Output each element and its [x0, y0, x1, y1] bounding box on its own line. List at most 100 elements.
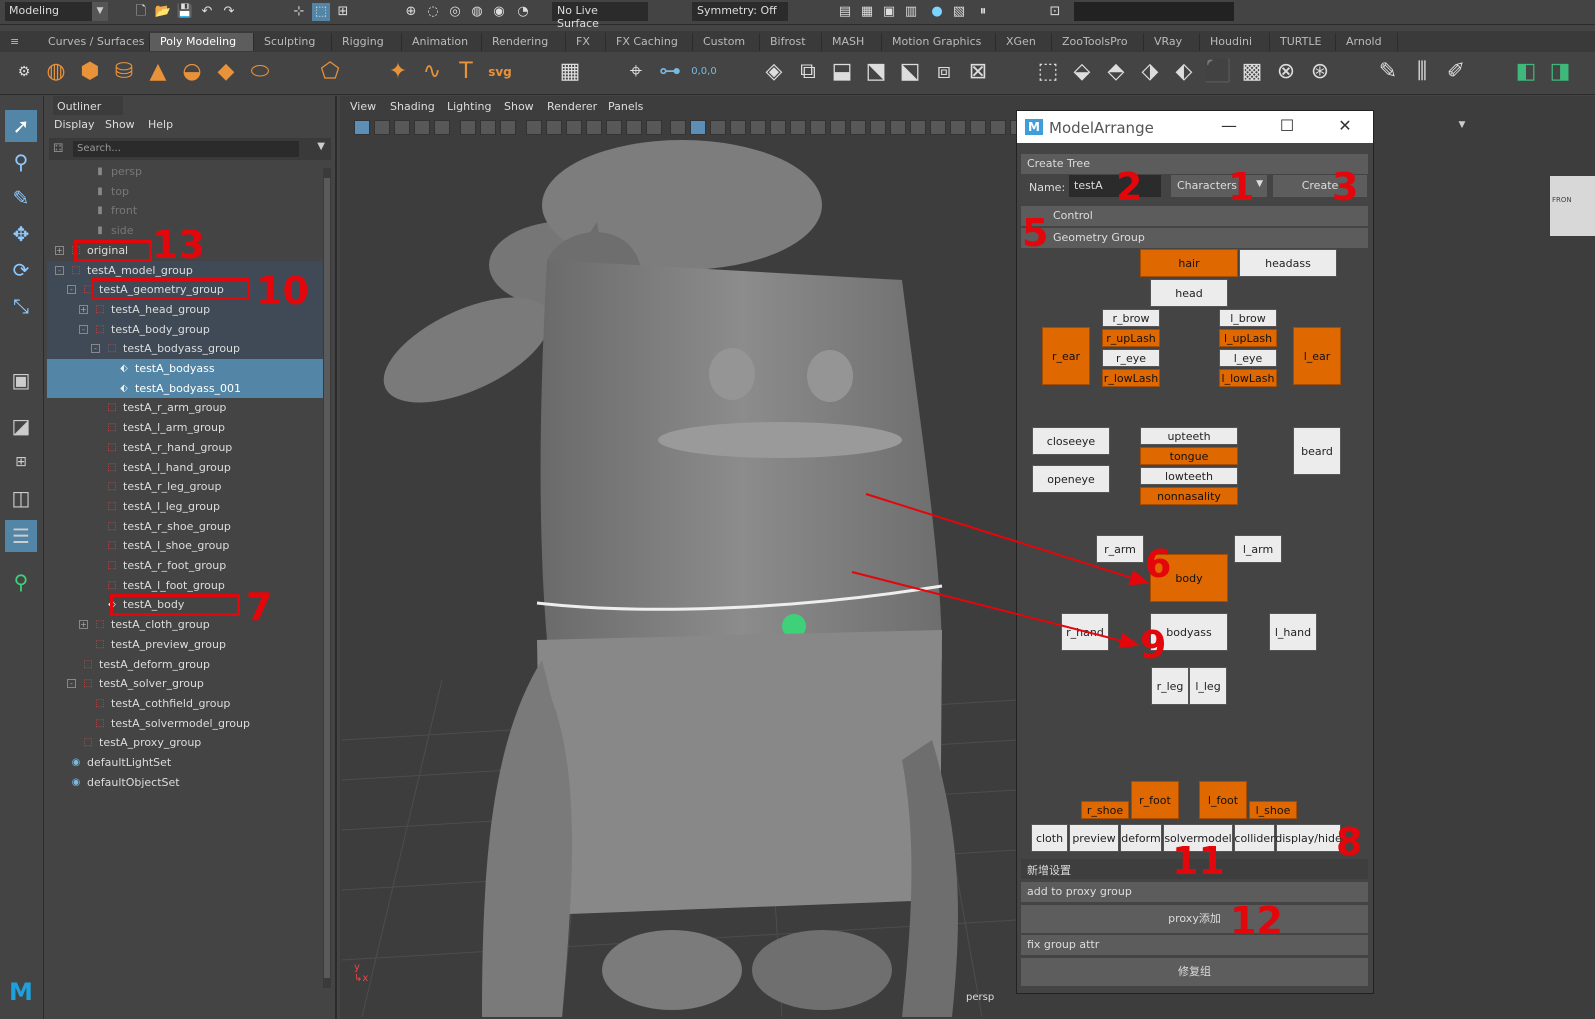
- viewport-menu-shading[interactable]: Shading: [390, 100, 435, 113]
- outliner-menu-help[interactable]: Help: [148, 118, 173, 131]
- pause-viewport-icon[interactable]: ⏸: [974, 3, 992, 21]
- viewport-tool-icon[interactable]: [910, 120, 926, 135]
- poly-cone-icon[interactable]: ▲: [144, 58, 172, 86]
- fix-group-attr-header[interactable]: fix group attr: [1021, 935, 1368, 955]
- boolean-icon[interactable]: ⬕: [896, 58, 924, 86]
- geo-button-headass[interactable]: headass: [1239, 249, 1337, 277]
- viewport-tool-icon[interactable]: [354, 120, 370, 135]
- collapse-icon[interactable]: -: [67, 679, 76, 689]
- geo-button-r-arm[interactable]: r_arm: [1096, 535, 1144, 563]
- undo-icon[interactable]: ↶: [198, 3, 216, 21]
- viewport-tool-icon[interactable]: [770, 120, 786, 135]
- chevron-down-icon[interactable]: ▼: [1452, 120, 1472, 136]
- svg-tool-icon[interactable]: svg: [486, 58, 514, 86]
- poly-plane-icon[interactable]: ◆: [212, 58, 240, 86]
- viewport-tool-icon[interactable]: [500, 120, 516, 135]
- viewport-tool-icon[interactable]: [414, 120, 430, 135]
- viewport-menu-show[interactable]: Show: [504, 100, 534, 113]
- geo-button-hair[interactable]: hair: [1140, 249, 1238, 277]
- outliner-row-testa-cloth-group[interactable]: + ⬚ testA_cloth_group: [47, 615, 323, 635]
- extract-icon[interactable]: ⬓: [828, 58, 856, 86]
- shelf-tab-poly-modeling[interactable]: Poly Modeling: [150, 33, 254, 51]
- outliner-row-testa-solvermodel-group[interactable]: ⬚ testA_solvermodel_group: [47, 714, 323, 734]
- viewport-tool-icon[interactable]: [790, 120, 806, 135]
- sidebar-toggle-icon[interactable]: ⊡: [1046, 3, 1064, 21]
- sweep-mesh-icon[interactable]: ∿: [418, 58, 446, 86]
- shelf-menu-icon[interactable]: ≡: [0, 33, 38, 51]
- outliner-search-input[interactable]: Search...: [73, 141, 299, 157]
- outliner-row-testa-r-leg-group[interactable]: ⬚ testA_r_leg_group: [47, 477, 323, 497]
- view-cube[interactable]: FRON: [1550, 176, 1595, 236]
- outliner-row-testa-r-arm-group[interactable]: ⬚ testA_r_arm_group: [47, 398, 323, 418]
- geo-button-head[interactable]: head: [1150, 279, 1228, 307]
- outliner-row-testa-bodyass[interactable]: ⬖ testA_bodyass: [47, 359, 323, 379]
- poly-cube-icon[interactable]: ⬢: [76, 58, 104, 86]
- smooth-icon[interactable]: ⬔: [862, 58, 890, 86]
- poly-sphere-icon[interactable]: ◍: [42, 58, 70, 86]
- poly-disc-icon[interactable]: ⬭: [246, 58, 274, 86]
- geo-button-r-lowlash[interactable]: r_lowLash: [1102, 369, 1160, 387]
- geo-button-l-eye[interactable]: l_eye: [1219, 349, 1277, 367]
- snap-plane-icon[interactable]: ◍: [468, 3, 486, 21]
- poke-icon[interactable]: ▩: [1238, 58, 1266, 86]
- measure-distance-icon[interactable]: ⊶: [656, 58, 684, 86]
- shelf-tab-rigging[interactable]: Rigging: [332, 33, 402, 51]
- history-icon[interactable]: ▤: [836, 3, 854, 21]
- viewport-tool-icon[interactable]: [890, 120, 906, 135]
- shelf-tab-custom[interactable]: Custom: [693, 33, 760, 51]
- viewport-tool-icon[interactable]: [930, 120, 946, 135]
- collapse-icon[interactable]: -: [55, 265, 64, 275]
- outliner-row-testa-r-hand-group[interactable]: ⬚ testA_r_hand_group: [47, 438, 323, 458]
- rotate-tool-icon[interactable]: ⟳: [5, 254, 37, 286]
- perspective-layout-icon[interactable]: ◪: [5, 410, 37, 442]
- shelf-tab-houdini[interactable]: Houdini: [1200, 33, 1270, 51]
- viewport-tool-icon[interactable]: [850, 120, 866, 135]
- quad-draw-icon[interactable]: ✐: [1442, 58, 1470, 86]
- outliner-menu-display[interactable]: Display: [54, 118, 95, 131]
- geo-button-l-brow[interactable]: l_brow: [1219, 309, 1277, 327]
- append-icon[interactable]: ⬗: [1136, 58, 1164, 86]
- zoom-view-icon[interactable]: ⚲: [5, 566, 37, 598]
- snap-curve-icon[interactable]: ◌: [424, 3, 442, 21]
- create-tree-header[interactable]: Create Tree: [1021, 154, 1368, 174]
- poly-torus-icon[interactable]: ◒: [178, 58, 206, 86]
- snap-view-icon[interactable]: ◔: [514, 3, 532, 21]
- outliner-row-front[interactable]: ▮ front: [47, 201, 323, 221]
- viewport-tool-icon[interactable]: [566, 120, 582, 135]
- super-shape-icon[interactable]: ✦: [384, 58, 412, 86]
- geo-button-l-hand[interactable]: l_hand: [1269, 613, 1317, 651]
- viewport-tool-icon[interactable]: [710, 120, 726, 135]
- outliner-row-testa-deform-group[interactable]: ⬚ testA_deform_group: [47, 655, 323, 675]
- geo-button-openeye[interactable]: openeye: [1032, 465, 1110, 493]
- combine-icon[interactable]: ◈: [760, 58, 788, 86]
- outliner-row-persp[interactable]: ▮ persp: [47, 162, 323, 182]
- expand-icon[interactable]: +: [55, 245, 64, 255]
- viewport-menu-view[interactable]: View: [350, 100, 376, 113]
- viewport-menu-lighting[interactable]: Lighting: [447, 100, 491, 113]
- geo-button-nonnasality[interactable]: nonnasality: [1140, 487, 1238, 505]
- geo-button-beard[interactable]: beard: [1293, 427, 1341, 475]
- outliner-row-testa-solver-group[interactable]: - ⬚ testA_solver_group: [47, 674, 323, 694]
- render-view-icon[interactable]: ▧: [950, 3, 968, 21]
- outliner-row-testa-l-leg-group[interactable]: ⬚ testA_l_leg_group: [47, 497, 323, 517]
- viewport-tool-icon[interactable]: [480, 120, 496, 135]
- bottom-button-deform[interactable]: deform: [1120, 824, 1162, 852]
- geo-button-l-shoe[interactable]: l_shoe: [1249, 801, 1297, 819]
- new-scene-icon[interactable]: 🗋: [132, 3, 150, 21]
- outliner-row-testa-r-foot-group[interactable]: ⬚ testA_r_foot_group: [47, 556, 323, 576]
- outliner-row-testa-cothfield-group[interactable]: ⬚ testA_cothfield_group: [47, 694, 323, 714]
- control-header[interactable]: Control: [1021, 206, 1368, 226]
- geo-button-l-foot[interactable]: l_foot: [1199, 781, 1247, 819]
- viewport-scene[interactable]: [342, 140, 1017, 1017]
- snap-together-icon[interactable]: 0,0,0: [690, 58, 718, 86]
- lasso-tool-icon[interactable]: ⚲: [5, 146, 37, 178]
- outliner-menu-show[interactable]: Show: [105, 118, 135, 131]
- geo-button-l-arm[interactable]: l_arm: [1234, 535, 1282, 563]
- viewport-tool-icon[interactable]: [730, 120, 746, 135]
- bridge-edge-icon[interactable]: ⬘: [1102, 58, 1130, 86]
- outliner-row-testa-l-foot-group[interactable]: ⬚ testA_l_foot_group: [47, 576, 323, 596]
- text-tool-icon[interactable]: T: [452, 58, 480, 86]
- name-input[interactable]: testA: [1069, 175, 1161, 197]
- outliner-row-testa-l-shoe-group[interactable]: ⬚ testA_l_shoe_group: [47, 536, 323, 556]
- geo-button-l-ear[interactable]: l_ear: [1293, 327, 1341, 385]
